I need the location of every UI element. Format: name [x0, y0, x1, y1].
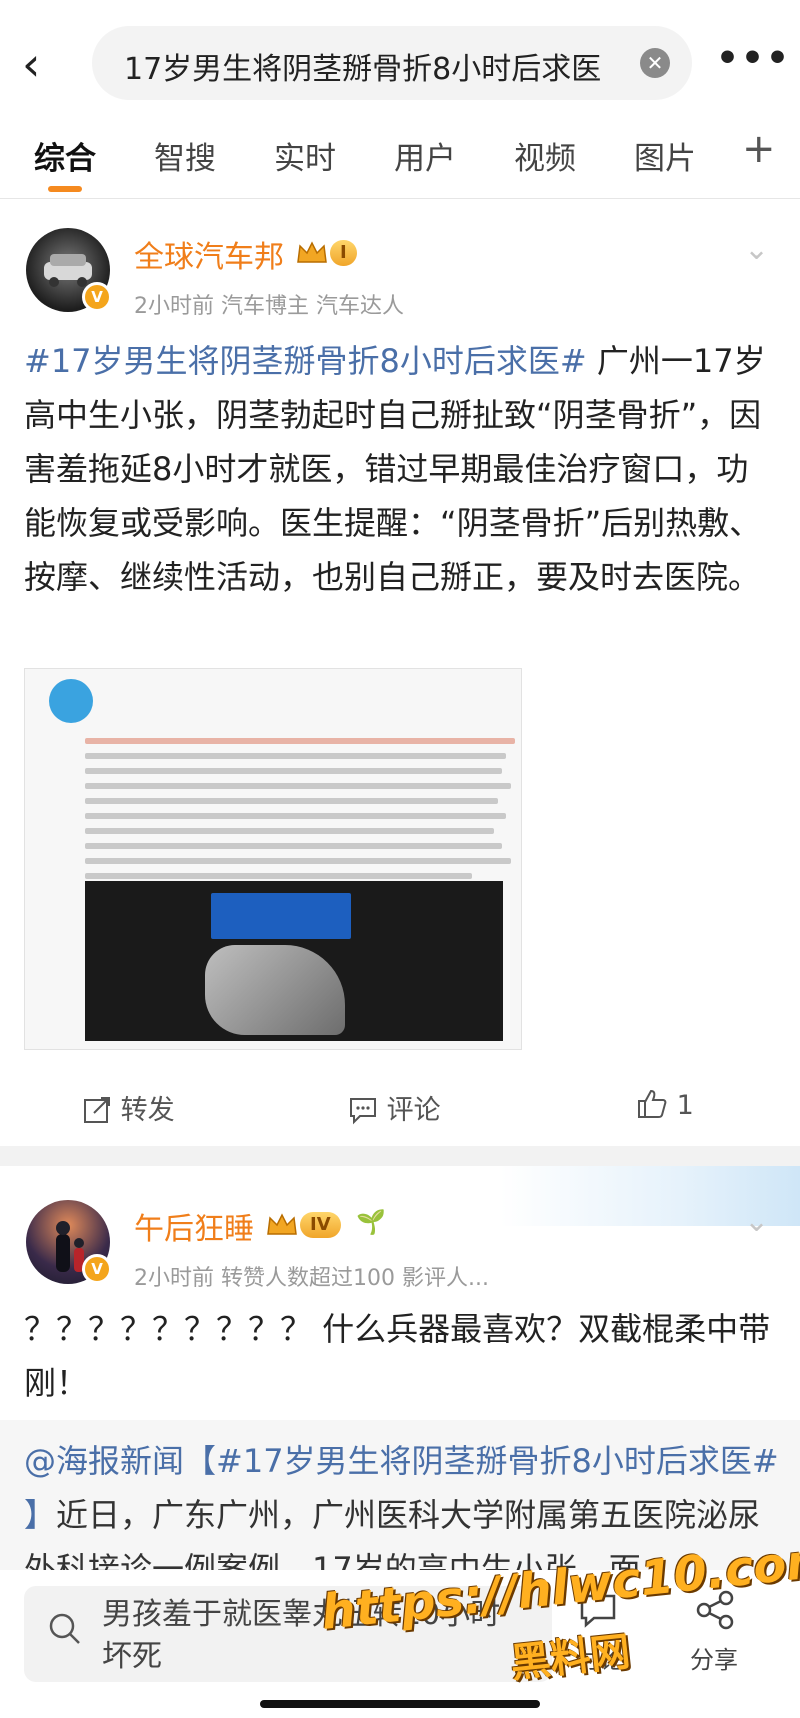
hashtag-link[interactable]: #17岁男生将阴茎掰骨折8小时后求医#	[24, 342, 587, 380]
article-text-lines	[85, 729, 515, 903]
post-meta: 2小时前 汽车博主 汽车达人	[134, 294, 404, 319]
video-frame	[205, 945, 345, 1035]
repost-icon	[84, 1097, 110, 1123]
chevron-down-icon[interactable]: ⌄	[744, 232, 769, 267]
video-thumbnail[interactable]	[85, 881, 503, 1041]
tab-comprehensive[interactable]: 综合	[34, 133, 96, 178]
repost-button[interactable]: 转发	[82, 1088, 175, 1127]
comment-button[interactable]: 评论	[348, 1088, 441, 1127]
tab-images[interactable]: 图片	[634, 133, 696, 178]
tab-users[interactable]: 用户	[394, 133, 456, 178]
share-label[interactable]: 分享	[690, 1640, 738, 1675]
level-badge: I	[330, 240, 357, 266]
username[interactable]: 全球汽车邦	[134, 232, 284, 276]
like-button[interactable]: 1	[636, 1088, 694, 1121]
clear-search-icon[interactable]: ✕	[640, 48, 670, 78]
verified-badge-icon: V	[82, 1254, 112, 1284]
more-options-icon[interactable]: •••	[716, 38, 791, 79]
back-icon[interactable]: ‹	[22, 36, 62, 92]
search-icon	[48, 1612, 82, 1650]
crown-icon	[296, 240, 328, 266]
mention-link[interactable]: @海报新闻	[24, 1442, 184, 1480]
tab-video[interactable]: 视频	[514, 133, 576, 178]
post-separator	[0, 1146, 800, 1166]
level-badge: IV	[300, 1212, 341, 1238]
comment-label: 评论	[386, 1095, 441, 1126]
video-caption	[211, 893, 351, 939]
like-count: 1	[676, 1090, 694, 1121]
post-image[interactable]	[24, 668, 522, 1050]
verified-badge-icon: V	[82, 282, 112, 312]
sprout-icon: 🌱	[356, 1208, 386, 1236]
source-avatar	[49, 679, 93, 723]
post-text: 广州一17岁高中生小张，阴茎勃起时自己掰扯致“阴茎骨折”，因害羞拖延8小时才就医…	[24, 342, 766, 596]
comment-icon	[350, 1098, 376, 1125]
post-meta: 2小时前 转赞人数超过100 影评人...	[134, 1266, 489, 1291]
chevron-down-icon[interactable]: ⌄	[744, 1204, 769, 1239]
tab-smart-search[interactable]: 智搜	[154, 133, 216, 178]
divider	[0, 198, 800, 199]
username[interactable]: 午后狂睡	[134, 1204, 254, 1248]
home-indicator	[260, 1700, 540, 1708]
tab-realtime[interactable]: 实时	[274, 133, 336, 178]
crown-icon	[266, 1212, 298, 1238]
post-text: ？？？？？？？？？ 什么兵器最喜欢？双截棍柔中带刚！	[24, 1310, 771, 1402]
repost-label: 转发	[120, 1095, 175, 1126]
add-tab-icon[interactable]: +	[742, 126, 776, 172]
active-tab-indicator	[48, 186, 82, 192]
thumbs-up-icon	[638, 1089, 667, 1118]
post-body: #17岁男生将阴茎掰骨折8小时后求医# 广州一17岁高中生小张，阴茎勃起时自己掰…	[24, 334, 780, 604]
search-input[interactable]: 17岁男生将阴茎掰骨折8小时后求医	[124, 44, 604, 88]
